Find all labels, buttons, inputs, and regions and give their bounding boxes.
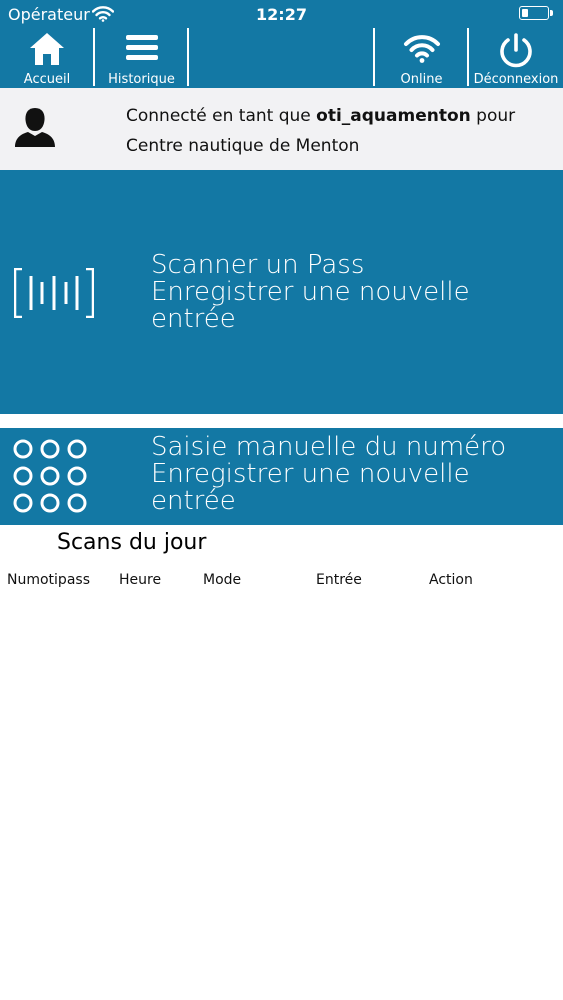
history-label: Historique <box>108 72 175 87</box>
manual-entry-panel[interactable]: Saisie manuelle du numéro Enregistrer un… <box>0 428 563 525</box>
column-header-mode: Mode <box>203 572 242 588</box>
user-avatar-icon <box>14 106 56 153</box>
home-icon <box>0 32 94 66</box>
column-header-entree: Entrée <box>316 572 362 588</box>
column-header-heure: Heure <box>119 572 162 588</box>
logout-button[interactable]: Déconnexion <box>469 28 563 88</box>
connected-suffix: pour <box>476 106 516 126</box>
battery-tip <box>550 10 553 16</box>
scans-title: Scans du jour <box>57 530 207 555</box>
wifi-icon <box>375 32 468 64</box>
connected-prefix: Connecté en tant que <box>126 106 311 126</box>
online-label: Online <box>400 72 443 87</box>
manual-panel-text: Saisie manuelle du numéro Enregistrer un… <box>151 434 551 515</box>
history-button[interactable]: Historique <box>95 28 188 88</box>
scan-panel-text: Scanner un Pass Enregistrer une nouvelle… <box>151 252 551 333</box>
column-header-numotipass: Numotipass <box>7 572 90 588</box>
online-status-button[interactable]: Online <box>375 28 468 88</box>
menu-icon <box>95 32 188 64</box>
nav-divider <box>187 28 189 86</box>
center-name: Centre nautique de Menton <box>126 136 360 156</box>
user-info-bar: Connecté en tant que oti_aquamenton pour… <box>0 88 563 170</box>
scan-panel-title: Scanner un Pass <box>151 250 365 280</box>
top-navigation-bar: Opérateur 12:27 Accueil Historique Onlin… <box>0 0 563 88</box>
scans-table-header: Numotipass Heure Mode Entrée Action <box>0 572 563 594</box>
barcode-scan-icon <box>13 267 95 323</box>
logout-label: Déconnexion <box>473 72 559 87</box>
scan-panel-subtitle: Enregistrer une nouvelle entrée <box>151 277 470 334</box>
battery-icon <box>519 6 549 20</box>
scan-pass-panel[interactable]: Scanner un Pass Enregistrer une nouvelle… <box>0 170 563 414</box>
manual-panel-title: Saisie manuelle du numéro <box>151 432 507 462</box>
username: oti_aquamenton <box>316 106 471 126</box>
clock: 12:27 <box>256 5 307 24</box>
battery-level-fill <box>521 8 528 17</box>
keypad-icon <box>13 438 89 519</box>
power-icon <box>469 32 563 70</box>
home-label: Accueil <box>23 72 71 87</box>
home-button[interactable]: Accueil <box>0 28 94 88</box>
column-header-action: Action <box>429 572 473 588</box>
status-bar: Opérateur 12:27 <box>0 0 563 28</box>
connected-as-text: Connecté en tant que oti_aquamenton pour <box>126 106 515 126</box>
manual-panel-subtitle: Enregistrer une nouvelle entrée <box>151 459 470 516</box>
